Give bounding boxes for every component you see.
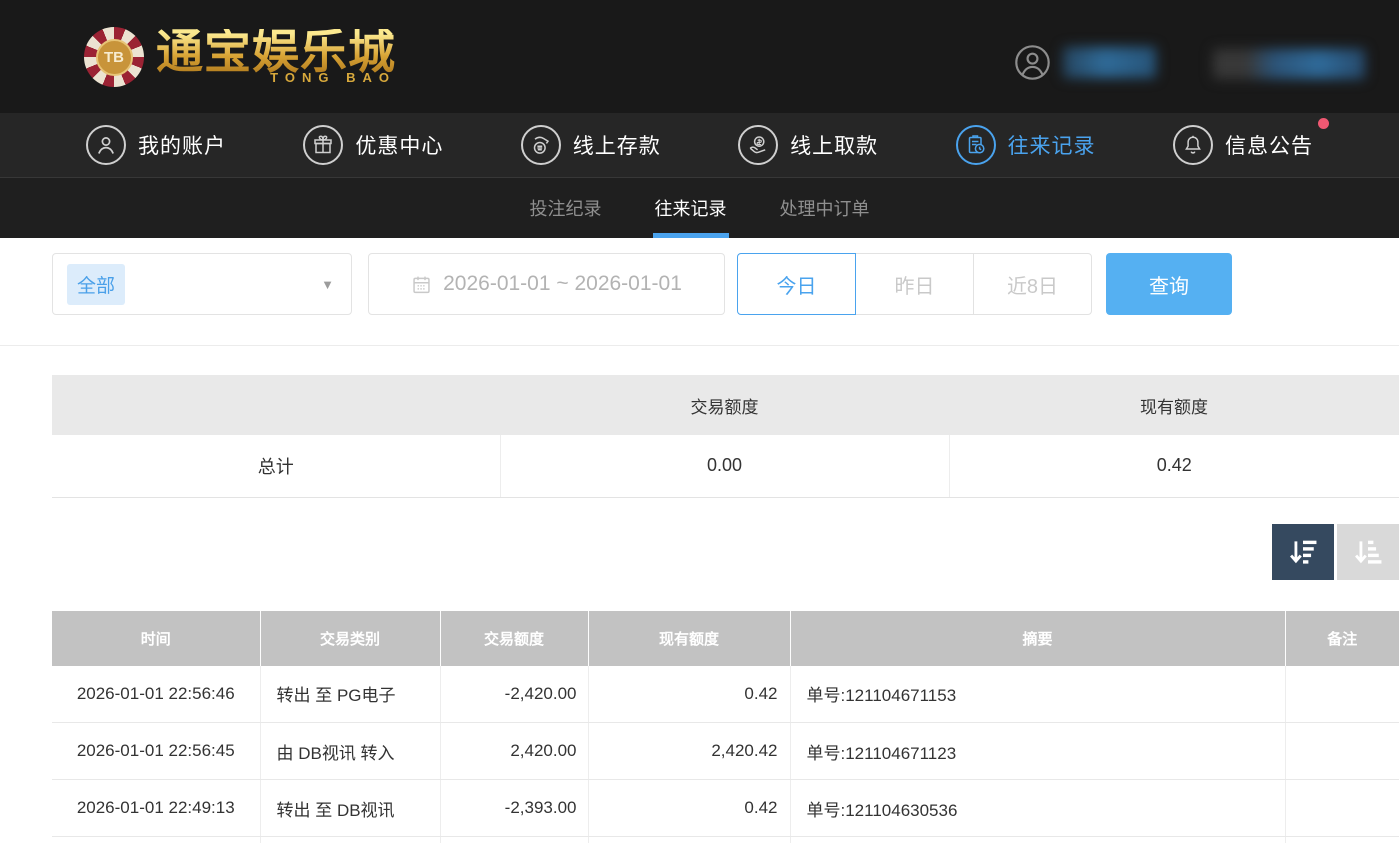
- cell-type: 转出 至 DB视讯: [260, 780, 440, 837]
- nav-label: 往来记录: [1008, 130, 1096, 160]
- quick-range-yesterday[interactable]: 昨日: [855, 253, 974, 315]
- account-avatar-icon: [1014, 44, 1051, 81]
- summary-transaction-amount: 0.00: [500, 435, 949, 497]
- nav-item-announcements[interactable]: 信息公告: [1173, 125, 1313, 165]
- records-subnav: 投注纪录 往来记录 处理中订单: [0, 177, 1399, 238]
- nav-label: 线上取款: [790, 130, 878, 160]
- col-header-amount: 交易额度: [440, 611, 588, 666]
- records-header-row: 时间 交易类别 交易额度 现有额度 摘要 备注: [52, 611, 1399, 666]
- cell-type: 由 DB视讯 转入: [260, 723, 440, 780]
- cell-note: [1285, 723, 1399, 780]
- section-divider: [0, 345, 1399, 346]
- nav-item-promotions[interactable]: 优惠中心: [303, 125, 443, 165]
- summary-current-balance: 0.42: [949, 435, 1399, 497]
- table-row-partial: [52, 837, 1399, 843]
- summary-header-transaction: 交易额度: [500, 375, 949, 435]
- cell-note: [1285, 780, 1399, 837]
- col-header-note: 备注: [1285, 611, 1399, 666]
- account-name-redacted[interactable]: [1213, 49, 1365, 79]
- date-range-value: 2026-01-01 ~ 2026-01-01: [443, 272, 682, 296]
- filter-bar: 全部 ▼ 2026-01-01 ~ 2026-01-01 今日 昨日 近8日 查…: [52, 253, 1347, 315]
- logo-text: 通宝娱乐城 TONG BAO: [156, 29, 396, 85]
- casino-chip-logo-icon: TB: [84, 27, 144, 87]
- gift-icon: [303, 125, 343, 165]
- cell-type: 转出 至 PG电子: [260, 666, 440, 723]
- nav-item-deposit[interactable]: 线上存款: [521, 125, 661, 165]
- bell-icon: [1173, 125, 1213, 165]
- main-navigation: 我的账户 优惠中心 线上存款: [0, 113, 1399, 177]
- summary-header-balance: 现有额度: [949, 375, 1399, 435]
- cell-time: 2026-01-01 22:56:46: [52, 666, 260, 723]
- cell-time: 2026-01-01 22:56:45: [52, 723, 260, 780]
- sort-descending-icon: [1286, 535, 1320, 569]
- quick-range-group: 今日 昨日 近8日: [737, 253, 1092, 315]
- cell-amount: -2,393.00: [440, 780, 588, 837]
- account-balance-redacted[interactable]: [1063, 47, 1156, 78]
- records-icon: [956, 125, 996, 165]
- nav-item-transaction-records[interactable]: 往来记录: [956, 125, 1096, 165]
- calendar-icon: [411, 274, 432, 295]
- cell-summary: 单号:121104671123: [790, 723, 1285, 780]
- user-icon: [86, 125, 126, 165]
- cell-balance: 2,420.42: [588, 723, 790, 780]
- chevron-down-icon: ▼: [321, 277, 334, 292]
- sort-ascending-icon: [1351, 535, 1385, 569]
- col-header-time: 时间: [52, 611, 260, 666]
- table-row: 2026-01-01 22:49:13 转出 至 DB视讯 -2,393.00 …: [52, 780, 1399, 837]
- records-table: 时间 交易类别 交易额度 现有额度 摘要 备注 2026-01-01 22:56…: [52, 611, 1399, 843]
- tab-transaction-records[interactable]: 往来记录: [653, 178, 729, 238]
- date-range-input[interactable]: 2026-01-01 ~ 2026-01-01: [368, 253, 725, 315]
- quick-range-today[interactable]: 今日: [737, 253, 856, 315]
- brand-logo[interactable]: TB 通宝娱乐城 TONG BAO: [84, 27, 396, 87]
- summary-table: 交易额度 现有额度 总计 0.00 0.42: [52, 375, 1399, 498]
- quick-range-last8days[interactable]: 近8日: [973, 253, 1092, 315]
- col-header-type: 交易类别: [260, 611, 440, 666]
- category-select[interactable]: 全部 ▼: [52, 253, 352, 315]
- sort-descending-button[interactable]: [1272, 524, 1334, 580]
- cell-summary: 单号:121104630536: [790, 780, 1285, 837]
- notification-dot: [1318, 118, 1329, 129]
- cell-amount: -2,420.00: [440, 666, 588, 723]
- cell-balance: 0.42: [588, 780, 790, 837]
- deposit-icon: [521, 125, 561, 165]
- table-row: 2026-01-01 22:56:45 由 DB视讯 转入 2,420.00 2…: [52, 723, 1399, 780]
- summary-header-empty: [52, 375, 500, 435]
- logo-badge: TB: [96, 39, 133, 76]
- nav-item-withdraw[interactable]: 线上取款: [738, 125, 878, 165]
- col-header-balance: 现有额度: [588, 611, 790, 666]
- tab-betting-records[interactable]: 投注纪录: [528, 178, 604, 238]
- selected-category-chip: 全部: [67, 264, 125, 305]
- cell-time: 2026-01-01 22:49:13: [52, 780, 260, 837]
- table-row: 2026-01-01 22:56:46 转出 至 PG电子 -2,420.00 …: [52, 666, 1399, 723]
- summary-total-label: 总计: [52, 435, 500, 497]
- top-bar: TB 通宝娱乐城 TONG BAO: [0, 0, 1399, 113]
- cell-amount: 2,420.00: [440, 723, 588, 780]
- cell-balance: 0.42: [588, 666, 790, 723]
- nav-label: 线上存款: [573, 130, 661, 160]
- sort-ascending-button[interactable]: [1337, 524, 1399, 580]
- summary-total-row: 总计 0.00 0.42: [52, 435, 1399, 497]
- nav-label: 我的账户: [138, 130, 226, 160]
- cell-summary: 单号:121104671153: [790, 666, 1285, 723]
- tab-pending-orders[interactable]: 处理中订单: [778, 178, 872, 238]
- withdraw-icon: [738, 125, 778, 165]
- cell-note: [1285, 666, 1399, 723]
- nav-label: 优惠中心: [355, 130, 443, 160]
- col-header-summary: 摘要: [790, 611, 1285, 666]
- summary-header-row: 交易额度 现有额度: [52, 375, 1399, 435]
- nav-item-my-account[interactable]: 我的账户: [86, 125, 226, 165]
- search-button[interactable]: 查询: [1106, 253, 1232, 315]
- nav-label: 信息公告: [1225, 130, 1313, 160]
- sort-controls: [0, 524, 1399, 580]
